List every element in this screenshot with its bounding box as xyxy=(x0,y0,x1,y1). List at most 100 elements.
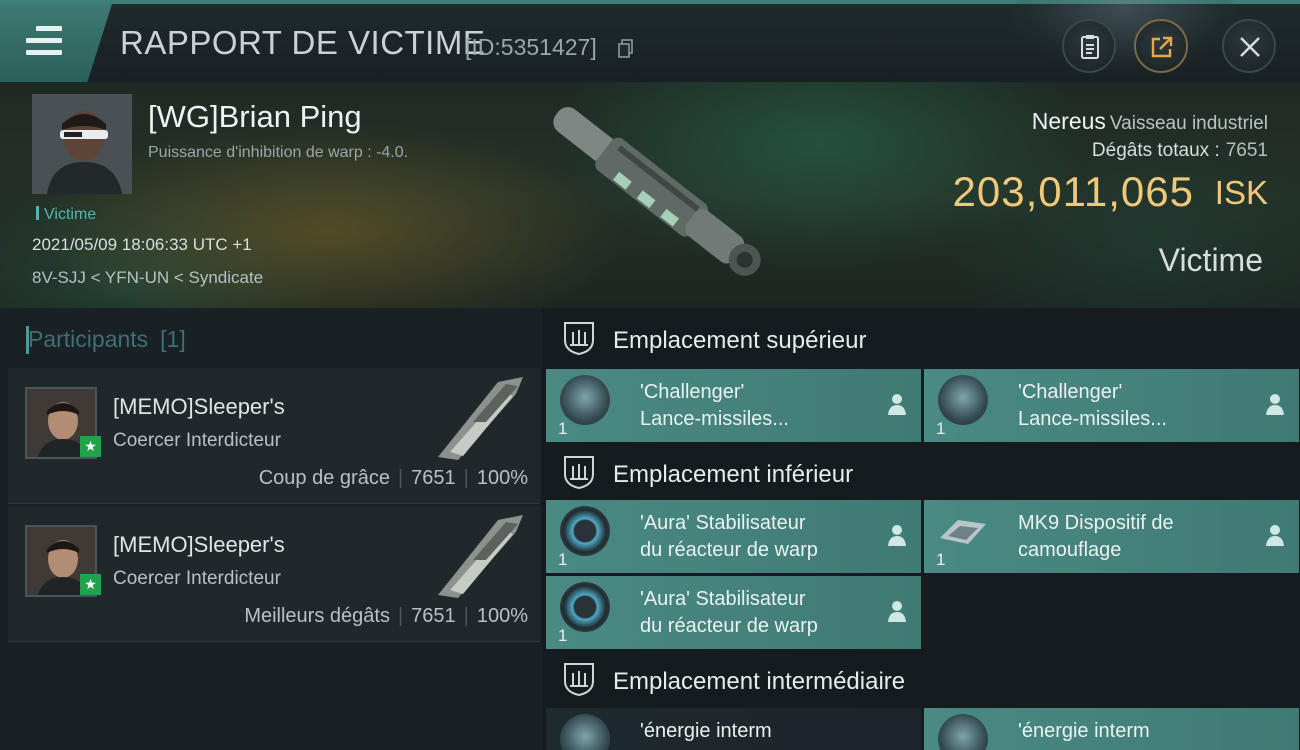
module-quantity: 1 xyxy=(558,626,568,645)
person-icon[interactable] xyxy=(887,523,907,547)
person-icon[interactable] xyxy=(1265,392,1285,416)
module-name: 'Challenger' Lance-missiles... xyxy=(1018,379,1258,433)
participant-ship: Coercer Interdicteur xyxy=(113,568,281,589)
participant-role: Meilleurs dégâts xyxy=(244,605,390,627)
menu-icon xyxy=(26,26,62,56)
low-slot-header: Emplacement inférieur xyxy=(542,442,1300,502)
participant-stats: Meilleurs dégâts | 7651 | 100% xyxy=(244,605,528,627)
module-name: 'énergie interm xyxy=(640,718,880,745)
module-name-line1: 'Aura' Stabilisateur xyxy=(640,512,806,534)
participants-title: Participants [1] xyxy=(26,326,186,354)
kill-datetime: 2021/05/09 18:06:33 UTC +1 xyxy=(32,235,252,254)
module-item[interactable]: 1 'Aura' Stabilisateur du réacteur de wa… xyxy=(546,500,921,573)
module-name-line1: 'énergie interm xyxy=(640,720,772,742)
mid-slot-icon xyxy=(564,663,594,697)
participants-title-text: Participants xyxy=(28,326,149,352)
low-slot-icon xyxy=(564,456,594,490)
participant-ship-image xyxy=(438,515,523,598)
victim-tag: Victime xyxy=(36,206,96,224)
person-icon[interactable] xyxy=(1265,523,1285,547)
participant-card[interactable]: ★ [MEMO]Sleeper's Coercer Interdicteur C… xyxy=(8,368,540,504)
participant-role: Coup de grâce xyxy=(258,467,390,489)
isk-value: 203,011,065 xyxy=(952,168,1194,215)
victim-ship-image[interactable] xyxy=(520,84,790,299)
warp-stabilizer-icon xyxy=(560,582,610,632)
role-label: Victime xyxy=(1158,242,1263,278)
report-id: [ID:5351427] xyxy=(465,34,597,60)
module-name-line1: 'Challenger' xyxy=(640,381,745,403)
module-name: MK9 Dispositif de camouflage xyxy=(1018,510,1258,564)
mid-slot-label: Emplacement intermédiaire xyxy=(613,668,906,695)
module-name-line2: Lance-missiles... xyxy=(640,408,789,430)
energy-module-icon xyxy=(560,714,610,750)
ship-name-text: Nereus xyxy=(1031,108,1106,134)
module-item[interactable]: 1 'Challenger' Lance-missiles... xyxy=(924,369,1299,442)
module-name-line2: du réacteur de warp xyxy=(640,615,818,637)
character-portrait-image xyxy=(32,94,132,194)
participant-percent: 100% xyxy=(476,605,528,627)
module-item[interactable]: 1 'Challenger' Lance-missiles... xyxy=(546,369,921,442)
total-damage: Dégâts totaux :7651 xyxy=(1092,140,1268,162)
victim-banner: Victime 2021/05/09 18:06:33 UTC +1 8V-SJ… xyxy=(0,82,1300,308)
module-item[interactable]: 1 MK9 Dispositif de camouflage xyxy=(924,500,1299,573)
participant-ship-image xyxy=(438,377,523,460)
participant-damage: 7651 xyxy=(411,467,456,489)
fitting-panel: Emplacement supérieur 1 'Challenger' Lan… xyxy=(542,308,1300,750)
high-slot-label: Emplacement supérieur xyxy=(613,327,867,354)
module-name-line1: MK9 Dispositif de xyxy=(1018,512,1174,534)
module-name: 'énergie interm xyxy=(1018,718,1258,745)
victim-name[interactable]: [WG]Brian Ping xyxy=(148,99,362,135)
missile-launcher-icon xyxy=(938,375,988,425)
module-quantity: 1 xyxy=(936,550,946,569)
participant-name: [MEMO]Sleeper's xyxy=(113,394,285,419)
kill-location[interactable]: 8V-SJJ < YFN-UN < Syndicate xyxy=(32,268,263,288)
module-name-line2: du réacteur de warp xyxy=(640,539,818,561)
participants-panel: Participants [1] ★ [MEMO]Sleeper's Coerce… xyxy=(0,308,542,750)
participants-count: [1] xyxy=(160,326,186,352)
low-slot-label: Emplacement inférieur xyxy=(613,461,854,488)
module-name: 'Aura' Stabilisateur du réacteur de warp xyxy=(640,510,880,564)
warp-stabilizer-icon xyxy=(560,506,610,556)
person-icon[interactable] xyxy=(887,392,907,416)
energy-module-icon xyxy=(938,714,988,750)
warp-disruption-text: Puissance d'inhibition de warp : -4.0. xyxy=(148,144,409,161)
total-damage-value: 7651 xyxy=(1225,140,1268,161)
module-name: 'Aura' Stabilisateur du réacteur de warp xyxy=(640,586,880,640)
module-name-line1: 'énergie interm xyxy=(1018,720,1150,742)
share-icon xyxy=(1151,36,1173,58)
participant-ship: Coercer Interdicteur xyxy=(113,430,281,451)
high-slot-header: Emplacement supérieur xyxy=(542,308,1300,368)
ship-class: Vaisseau industriel xyxy=(1109,113,1268,134)
high-slot-icon xyxy=(564,322,594,356)
participant-damage: 7651 xyxy=(411,605,456,627)
close-icon xyxy=(1240,37,1260,57)
close-button[interactable] xyxy=(1222,19,1276,73)
person-icon[interactable] xyxy=(887,599,907,623)
participant-percent: 100% xyxy=(476,467,528,489)
module-quantity: 1 xyxy=(558,550,568,569)
victim-ship-name[interactable]: Nereus Vaisseau industriel xyxy=(1032,108,1268,135)
participant-stats: Coup de grâce | 7651 | 100% xyxy=(258,467,528,489)
module-item[interactable]: 1 'Aura' Stabilisateur du réacteur de wa… xyxy=(546,576,921,649)
participant-card[interactable]: ★ [MEMO]Sleeper's Coercer Interdicteur M… xyxy=(8,506,540,642)
page-title: RAPPORT DE VICTIME xyxy=(120,24,486,61)
participant-name: [MEMO]Sleeper's xyxy=(113,532,285,557)
module-name-line2: Lance-missiles... xyxy=(1018,408,1167,430)
module-item[interactable]: 'énergie interm xyxy=(924,708,1299,750)
victim-portrait[interactable] xyxy=(32,94,132,194)
copy-icon[interactable] xyxy=(618,39,634,59)
module-name-line1: 'Challenger' xyxy=(1018,381,1123,403)
module-quantity: 1 xyxy=(936,419,946,438)
clipboard-button[interactable] xyxy=(1062,19,1116,73)
final-blow-star-icon: ★ xyxy=(80,436,101,457)
menu-button[interactable] xyxy=(0,4,112,82)
total-damage-label: Dégâts totaux : xyxy=(1091,140,1220,161)
module-name-line2: camouflage xyxy=(1018,539,1122,561)
cloaking-device-icon xyxy=(938,506,988,556)
module-item[interactable]: 'énergie interm xyxy=(546,708,921,750)
background-planet xyxy=(1010,0,1240,74)
module-quantity: 1 xyxy=(558,419,568,438)
module-name: 'Challenger' Lance-missiles... xyxy=(640,379,880,433)
share-button[interactable] xyxy=(1134,19,1188,73)
isk-unit: ISK xyxy=(1214,174,1268,211)
